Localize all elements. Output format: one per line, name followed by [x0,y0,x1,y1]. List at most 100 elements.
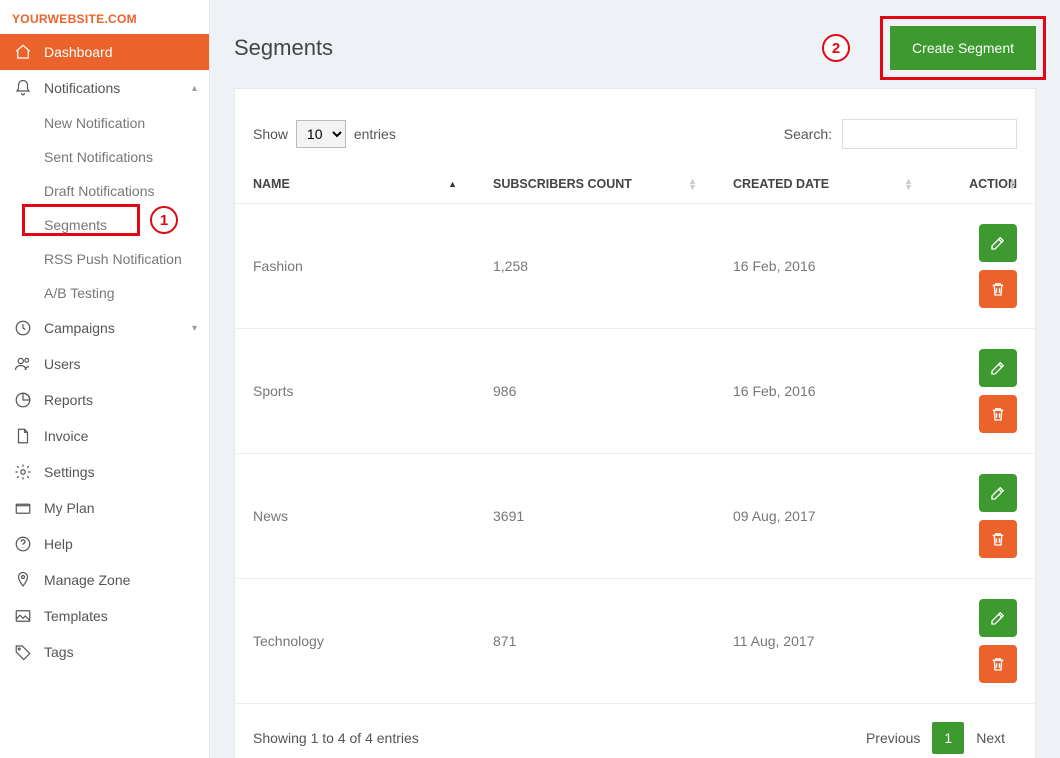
cell-subscribers: 871 [475,579,715,704]
sidebar-item-label: Help [44,536,73,552]
page-title: Segments [234,35,333,61]
main-content: Segments 2 Create Segment Show 10 entrie… [210,0,1060,758]
search-input[interactable] [842,119,1017,149]
sidebar-item-label: Reports [44,392,93,408]
annotation-circle-2: 2 [822,34,850,62]
sort-icon: ▲▼ [1008,178,1017,190]
chevron-down-icon: ▾ [192,323,197,334]
sidebar: YOURWEBSITE.COM Dashboard Notifications … [0,0,210,758]
sidebar-item-label: Settings [44,464,95,480]
cell-name: News [235,454,475,579]
pager-previous[interactable]: Previous [854,722,932,754]
sidebar-item-campaigns[interactable]: Campaigns ▾ [0,310,209,346]
cell-created: 16 Feb, 2016 [715,204,931,329]
col-name[interactable]: NAME ▲ [235,165,475,204]
file-icon [12,427,34,445]
sidebar-item-label: Users [44,356,81,372]
edit-button[interactable] [979,224,1017,262]
sidebar-item-my-plan[interactable]: My Plan [0,490,209,526]
segments-panel: Show 10 entries Search: NAME ▲ [234,88,1036,758]
users-icon [12,355,34,373]
pager-page-1[interactable]: 1 [932,722,964,754]
show-suffix: entries [354,126,396,142]
cell-action [931,579,1035,704]
bell-icon [12,79,34,97]
sidebar-item-invoice[interactable]: Invoice [0,418,209,454]
table-row: News369109 Aug, 2017 [235,454,1035,579]
create-segment-button[interactable]: Create Segment [890,26,1036,70]
table-row: Sports98616 Feb, 2016 [235,329,1035,454]
cell-subscribers: 1,258 [475,204,715,329]
cell-action [931,329,1035,454]
col-subscribers[interactable]: SUBSCRIBERS COUNT ▲▼ [475,165,715,204]
sidebar-item-label: Templates [44,608,108,624]
show-prefix: Show [253,126,288,142]
image-icon [12,607,34,625]
cell-action [931,454,1035,579]
sort-icon: ▲▼ [688,178,697,190]
sidebar-sub-sent-notifications[interactable]: Sent Notifications [0,140,209,174]
sidebar-item-label: Campaigns [44,320,115,336]
sidebar-item-label: Invoice [44,428,88,444]
folder-icon [12,499,34,517]
sidebar-item-help[interactable]: Help [0,526,209,562]
edit-button[interactable] [979,349,1017,387]
table-controls: Show 10 entries Search: [235,89,1035,165]
cell-created: 09 Aug, 2017 [715,454,931,579]
cell-name: Sports [235,329,475,454]
col-created[interactable]: CREATED DATE ▲▼ [715,165,931,204]
sidebar-sub-rss-push[interactable]: RSS Push Notification [0,242,209,276]
cell-subscribers: 986 [475,329,715,454]
cell-created: 16 Feb, 2016 [715,329,931,454]
sidebar-item-templates[interactable]: Templates [0,598,209,634]
search-label: Search: [784,126,832,142]
sidebar-item-manage-zone[interactable]: Manage Zone [0,562,209,598]
sidebar-sub-segments[interactable]: Segments [0,208,209,242]
edit-button[interactable] [979,474,1017,512]
delete-button[interactable] [979,520,1017,558]
sidebar-item-label: Dashboard [44,44,113,60]
delete-button[interactable] [979,645,1017,683]
home-icon [12,43,34,61]
sidebar-sub-ab-testing[interactable]: A/B Testing [0,276,209,310]
sort-icon: ▲ [448,181,457,187]
tag-icon [12,643,34,661]
cell-action [931,204,1035,329]
sidebar-item-notifications[interactable]: Notifications ▴ [0,70,209,106]
entries-select[interactable]: 10 [296,120,346,148]
sidebar-item-settings[interactable]: Settings [0,454,209,490]
cell-created: 11 Aug, 2017 [715,579,931,704]
clock-icon [12,319,34,337]
pin-icon [12,571,34,589]
sidebar-item-users[interactable]: Users [0,346,209,382]
sidebar-item-label: Tags [44,644,74,660]
sidebar-item-label: Manage Zone [44,572,130,588]
sidebar-item-label: My Plan [44,500,95,516]
gear-icon [12,463,34,481]
pager-next[interactable]: Next [964,722,1017,754]
brand-label: YOURWEBSITE.COM [0,0,209,34]
delete-button[interactable] [979,270,1017,308]
sort-icon: ▲▼ [904,178,913,190]
entries-selector: Show 10 entries [253,120,396,148]
table-row: Technology87111 Aug, 2017 [235,579,1035,704]
delete-button[interactable] [979,395,1017,433]
cell-name: Fashion [235,204,475,329]
segments-table: NAME ▲ SUBSCRIBERS COUNT ▲▼ CREATED DATE… [235,165,1035,704]
sidebar-sub-draft-notifications[interactable]: Draft Notifications [0,174,209,208]
cell-subscribers: 3691 [475,454,715,579]
sidebar-item-dashboard[interactable]: Dashboard [0,34,209,70]
table-row: Fashion1,25816 Feb, 2016 [235,204,1035,329]
edit-button[interactable] [979,599,1017,637]
sidebar-item-tags[interactable]: Tags [0,634,209,670]
page-header: Segments 2 Create Segment [210,0,1060,88]
chevron-up-icon: ▴ [192,83,197,94]
sidebar-item-reports[interactable]: Reports [0,382,209,418]
entries-info: Showing 1 to 4 of 4 entries [253,730,419,746]
sidebar-sub-new-notification[interactable]: New Notification [0,106,209,140]
annotation-circle-1: 1 [150,206,178,234]
help-icon [12,535,34,553]
cell-name: Technology [235,579,475,704]
sidebar-item-label: Notifications [44,80,120,96]
pagination: Previous 1 Next [854,722,1017,754]
